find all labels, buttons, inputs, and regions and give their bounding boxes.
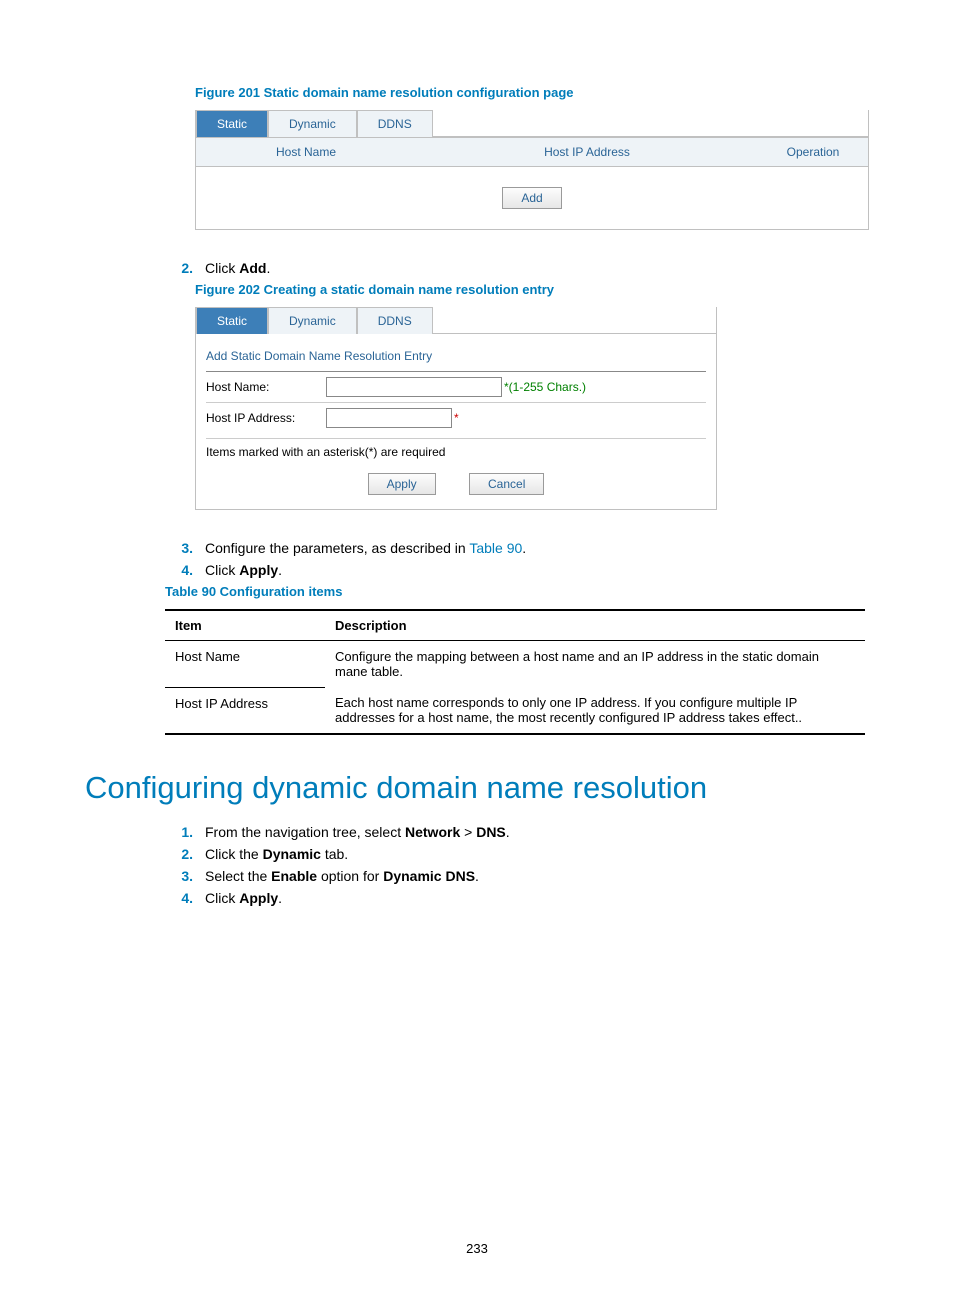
step-text: Click the Dynamic tab. bbox=[205, 846, 869, 862]
th-hostname: Host Name bbox=[196, 138, 416, 166]
list-item: 3.Select the Enable option for Dynamic D… bbox=[165, 868, 869, 884]
form-title: Add Static Domain Name Resolution Entry bbox=[206, 349, 706, 363]
table-row-item: Host Name bbox=[165, 641, 325, 688]
hostname-label: Host Name: bbox=[206, 380, 326, 394]
list-item: 2.Click the Dynamic tab. bbox=[165, 846, 869, 862]
step-2-num: 2. bbox=[165, 260, 205, 276]
tab-filler bbox=[433, 110, 868, 137]
list-item: 1.From the navigation tree, select Netwo… bbox=[165, 824, 869, 840]
table-90: Item Description Host NameConfigure the … bbox=[165, 609, 865, 735]
step-3: 3. Configure the parameters, as describe… bbox=[165, 540, 869, 556]
cancel-button[interactable]: Cancel bbox=[469, 473, 544, 495]
hostname-hint: *(1-255 Chars.) bbox=[504, 380, 586, 394]
step-3-text: Configure the parameters, as described i… bbox=[205, 540, 469, 556]
page-number: 233 bbox=[0, 1241, 954, 1256]
figure-201-caption: Figure 201 Static domain name resolution… bbox=[195, 85, 869, 100]
th-operation: Operation bbox=[758, 138, 868, 166]
hostname-input[interactable] bbox=[326, 377, 502, 397]
th-desc: Description bbox=[325, 610, 865, 641]
th-hostip: Host IP Address bbox=[416, 138, 758, 166]
hostip-input[interactable] bbox=[326, 408, 452, 428]
step-2-post: . bbox=[266, 260, 270, 276]
step-2-bold: Add bbox=[239, 260, 266, 276]
table-header-row: Host Name Host IP Address Operation bbox=[196, 137, 868, 167]
step-text: Select the Enable option for Dynamic DNS… bbox=[205, 868, 869, 884]
step-3-num: 3. bbox=[165, 540, 205, 556]
step-2: 2. Click Add. bbox=[165, 260, 869, 276]
tab-static-2[interactable]: Static bbox=[196, 307, 268, 334]
figure-202-caption: Figure 202 Creating a static domain name… bbox=[195, 282, 869, 297]
tab-dynamic-2[interactable]: Dynamic bbox=[268, 307, 357, 334]
step-4: 4. Click Apply. bbox=[165, 562, 869, 578]
step-4-num: 4. bbox=[165, 562, 205, 578]
step-text: From the navigation tree, select Network… bbox=[205, 824, 869, 840]
list-item: 4.Click Apply. bbox=[165, 890, 869, 906]
tab-ddns[interactable]: DDNS bbox=[357, 110, 433, 137]
step-num: 2. bbox=[165, 846, 205, 862]
table-row-desc: Configure the mapping between a host nam… bbox=[325, 641, 865, 688]
step-2-pre: Click bbox=[205, 260, 239, 276]
apply-button[interactable]: Apply bbox=[368, 473, 436, 495]
tabs-row: Static Dynamic DDNS bbox=[196, 110, 868, 137]
tab-dynamic[interactable]: Dynamic bbox=[268, 110, 357, 137]
th-item: Item bbox=[165, 610, 325, 641]
table-row-item: Host IP Address bbox=[165, 687, 325, 734]
step-num: 3. bbox=[165, 868, 205, 884]
step-num: 4. bbox=[165, 890, 205, 906]
step-4-bold: Apply bbox=[239, 562, 278, 578]
figure-201-box: Static Dynamic DDNS Host Name Host IP Ad… bbox=[195, 110, 869, 230]
step-num: 1. bbox=[165, 824, 205, 840]
figure-202-box: Static Dynamic DDNS Add Static Domain Na… bbox=[195, 307, 717, 510]
hostip-hint: * bbox=[454, 411, 459, 425]
table-row-desc: Each host name corresponds to only one I… bbox=[325, 687, 865, 734]
step-3-link[interactable]: Table 90 bbox=[469, 540, 522, 556]
tab-static[interactable]: Static bbox=[196, 110, 268, 137]
step-3-post: . bbox=[522, 540, 526, 556]
hostip-label: Host IP Address: bbox=[206, 411, 326, 425]
heading-configuring-dynamic: Configuring dynamic domain name resoluti… bbox=[85, 770, 869, 806]
step-4-pre: Click bbox=[205, 562, 239, 578]
table-90-caption: Table 90 Configuration items bbox=[165, 584, 869, 599]
step-4-post: . bbox=[278, 562, 282, 578]
step-text: Click Apply. bbox=[205, 890, 869, 906]
add-button[interactable]: Add bbox=[502, 187, 561, 209]
tab-ddns-2[interactable]: DDNS bbox=[357, 307, 433, 334]
form-note: Items marked with an asterisk(*) are req… bbox=[206, 439, 706, 465]
